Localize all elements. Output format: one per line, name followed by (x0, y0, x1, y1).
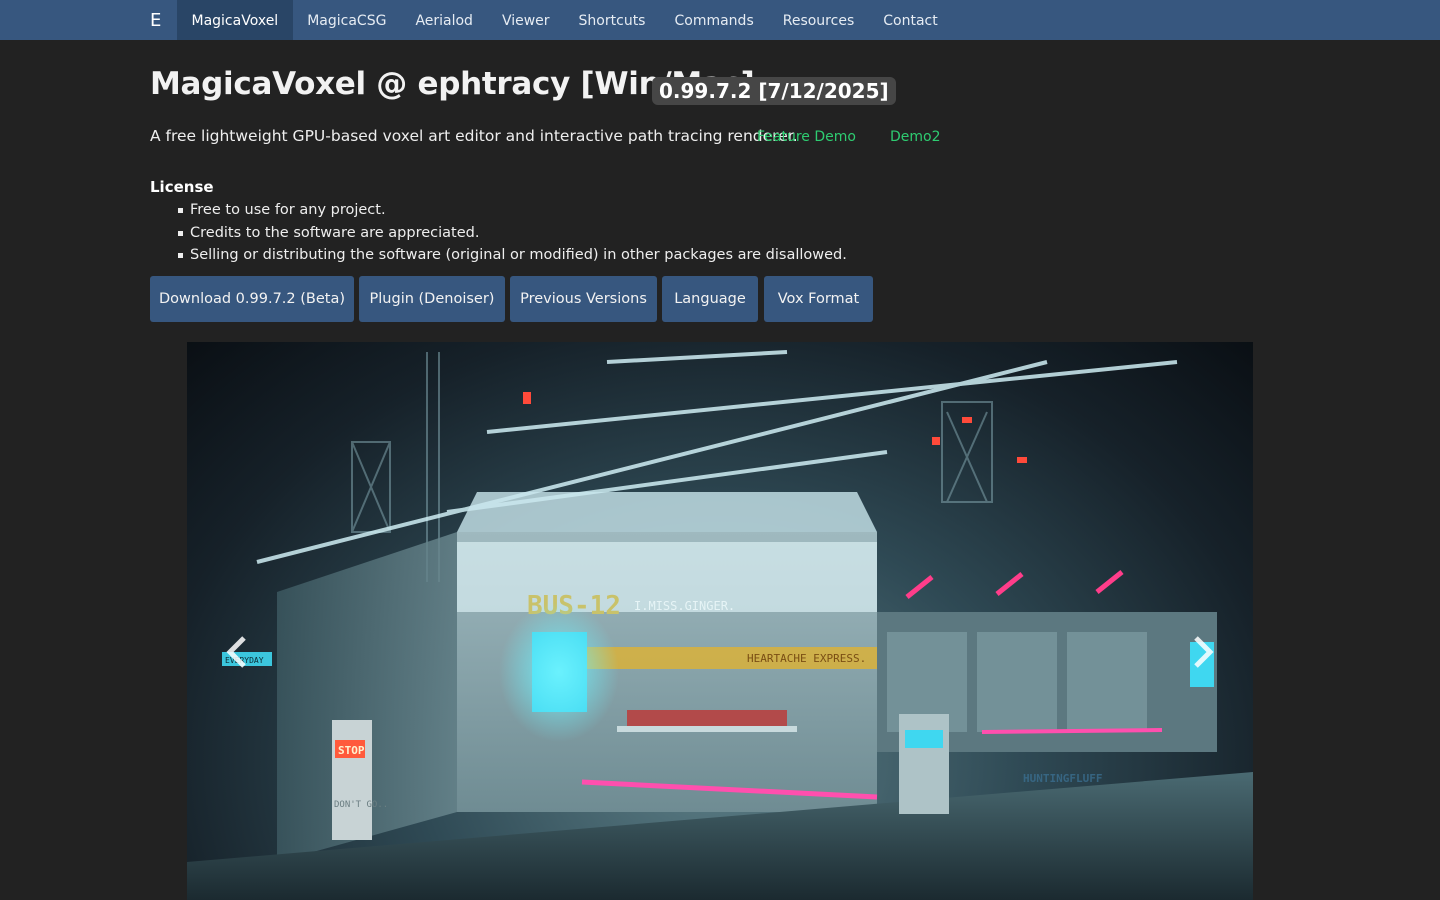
bus-stop-render-image: BUS-12 I.MISS.GINGER. HEARTACHE EXPRESS.… (187, 350, 1253, 900)
stop-sign-text: STOP (338, 744, 365, 757)
nav-item-contact[interactable]: Contact (869, 0, 952, 40)
bullet-icon (178, 230, 183, 236)
download-button[interactable]: Download 0.99.7.2 (Beta) (150, 276, 354, 322)
nav-item-aerialod[interactable]: Aerialod (401, 0, 488, 40)
nav-item-resources[interactable]: Resources (768, 0, 869, 40)
plugin-denoiser-button[interactable]: Plugin (Denoiser) (359, 276, 505, 322)
license-item: Selling or distributing the software (or… (178, 244, 847, 267)
bullet-icon (178, 253, 183, 258)
nav-item-commands[interactable]: Commands (660, 0, 768, 40)
feature-demo-link[interactable]: Feature Demo (757, 129, 856, 145)
language-button[interactable]: Language (662, 276, 758, 322)
previous-versions-button[interactable]: Previous Versions (510, 276, 657, 322)
brand-logo[interactable]: E (150, 0, 161, 40)
nav-item-magicacsg[interactable]: MagicaCSG (293, 0, 401, 40)
version-badge: 0.99.7.2 [7/12/2025] (652, 77, 896, 105)
carousel-next-control[interactable] (1182, 632, 1222, 672)
tag-sign-text: I.MISS.GINGER. (634, 599, 735, 613)
carousel-prev-control[interactable] (218, 632, 258, 672)
heartache-banner-text: HEARTACHE EXPRESS. (747, 652, 866, 665)
license-item-text: Free to use for any project. (190, 202, 386, 218)
credit-text: HUNTINGFLUFF (1023, 772, 1102, 785)
license-item-text: Selling or distributing the software (or… (190, 247, 847, 263)
license-item: Credits to the software are appreciated. (178, 222, 847, 245)
license-item: Free to use for any project. (178, 199, 847, 222)
bullet-icon (178, 208, 183, 213)
top-navbar: E MagicaVoxel MagicaCSG Aerialod Viewer … (0, 0, 1440, 40)
chevron-left-icon (226, 636, 246, 668)
nav-item-viewer[interactable]: Viewer (487, 0, 564, 40)
nav-item-shortcuts[interactable]: Shortcuts (564, 0, 660, 40)
nav-item-magicavoxel[interactable]: MagicaVoxel (177, 0, 293, 40)
dont-go-text: DON'T GO.. (334, 800, 388, 810)
demo2-link[interactable]: Demo2 (890, 129, 941, 145)
license-item-text: Credits to the software are appreciated. (190, 224, 480, 241)
lead-description: A free lightweight GPU-based voxel art e… (150, 127, 798, 145)
vox-format-button[interactable]: Vox Format (764, 276, 873, 322)
showcase-carousel[interactable]: BUS-12 I.MISS.GINGER. HEARTACHE EXPRESS.… (187, 342, 1253, 900)
chevron-right-icon (1194, 636, 1214, 668)
main-nav: MagicaVoxel MagicaCSG Aerialod Viewer Sh… (177, 0, 952, 40)
license-list: Free to use for any project. Credits to … (178, 199, 847, 267)
license-heading: License (150, 178, 214, 196)
